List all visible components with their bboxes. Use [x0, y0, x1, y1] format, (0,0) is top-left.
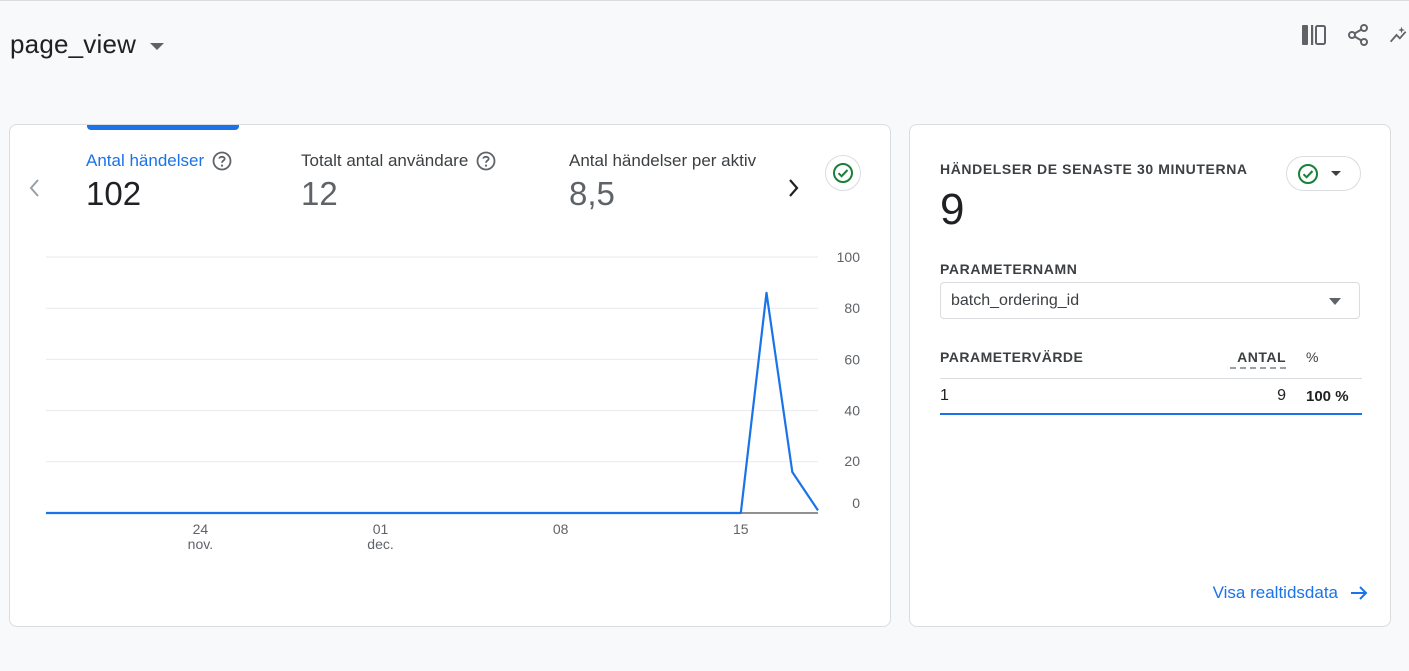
y-tick-label: 60: [844, 351, 860, 367]
event-count-chart: 100 80 60 40 20 0 24nov. 01dec. 08 15: [46, 249, 861, 552]
dropdown-arrow-icon: [1329, 298, 1341, 305]
x-tick-month-label: dec.: [367, 536, 393, 552]
realtime-card: HÄNDELSER DE SENASTE 30 MINUTERNA 9 PARA…: [909, 124, 1391, 627]
event-dropdown-icon[interactable]: [150, 42, 165, 50]
chevron-down-icon: [1331, 171, 1341, 176]
page-header: page_view: [10, 26, 165, 62]
x-tick-label: 08: [553, 521, 569, 537]
x-tick-label: 15: [733, 521, 749, 537]
realtime-title: HÄNDELSER DE SENASTE 30 MINUTERNA: [940, 161, 1248, 177]
header-count[interactable]: ANTAL: [1230, 349, 1286, 369]
x-tick-month-label: nov.: [188, 536, 213, 552]
table-row[interactable]: 1 9 100 %: [940, 379, 1362, 415]
series-line: [46, 291, 819, 515]
y-tick-label: 20: [844, 453, 860, 469]
metrics-chart-card: Antal händelser 102 Totalt antal använda…: [9, 124, 891, 627]
row-count: 9: [1277, 387, 1286, 404]
parameter-value-table: PARAMETERVÄRDE ANTAL % 1 9 100 %: [940, 349, 1362, 415]
realtime-value: 9: [940, 185, 965, 234]
y-tick-label: 100: [837, 249, 861, 265]
share-icon[interactable]: [1345, 22, 1371, 48]
realtime-status-dropdown[interactable]: [1286, 156, 1361, 191]
top-divider: [0, 0, 1409, 1]
insights-icon[interactable]: [1389, 22, 1409, 48]
header-percent: %: [1306, 349, 1319, 365]
y-tick-label: 80: [844, 300, 860, 316]
table-header: PARAMETERVÄRDE ANTAL %: [940, 349, 1362, 379]
header-actions: [1301, 22, 1409, 48]
parameter-name-select[interactable]: batch_ordering_id: [940, 282, 1360, 319]
x-tick-label: 24: [193, 521, 209, 537]
view-realtime-link[interactable]: Visa realtidsdata: [1213, 583, 1368, 603]
check-circle-icon: [1298, 163, 1318, 184]
parameter-name-label: PARAMETERNAMN: [940, 261, 1078, 277]
arrow-right-icon: [1351, 586, 1368, 600]
row-parameter-value: 1: [940, 387, 949, 404]
y-tick-label: 0: [852, 495, 860, 511]
view-realtime-label: Visa realtidsdata: [1212, 583, 1338, 602]
y-tick-label: 40: [844, 403, 860, 419]
event-title: page_view: [10, 28, 137, 59]
x-tick-label: 01: [373, 521, 389, 537]
parameter-selected-value: batch_ordering_id: [951, 291, 1080, 309]
row-percent: 100 %: [1306, 387, 1349, 405]
compare-icon[interactable]: [1301, 22, 1327, 48]
header-parameter-value: PARAMETERVÄRDE: [940, 349, 1084, 365]
